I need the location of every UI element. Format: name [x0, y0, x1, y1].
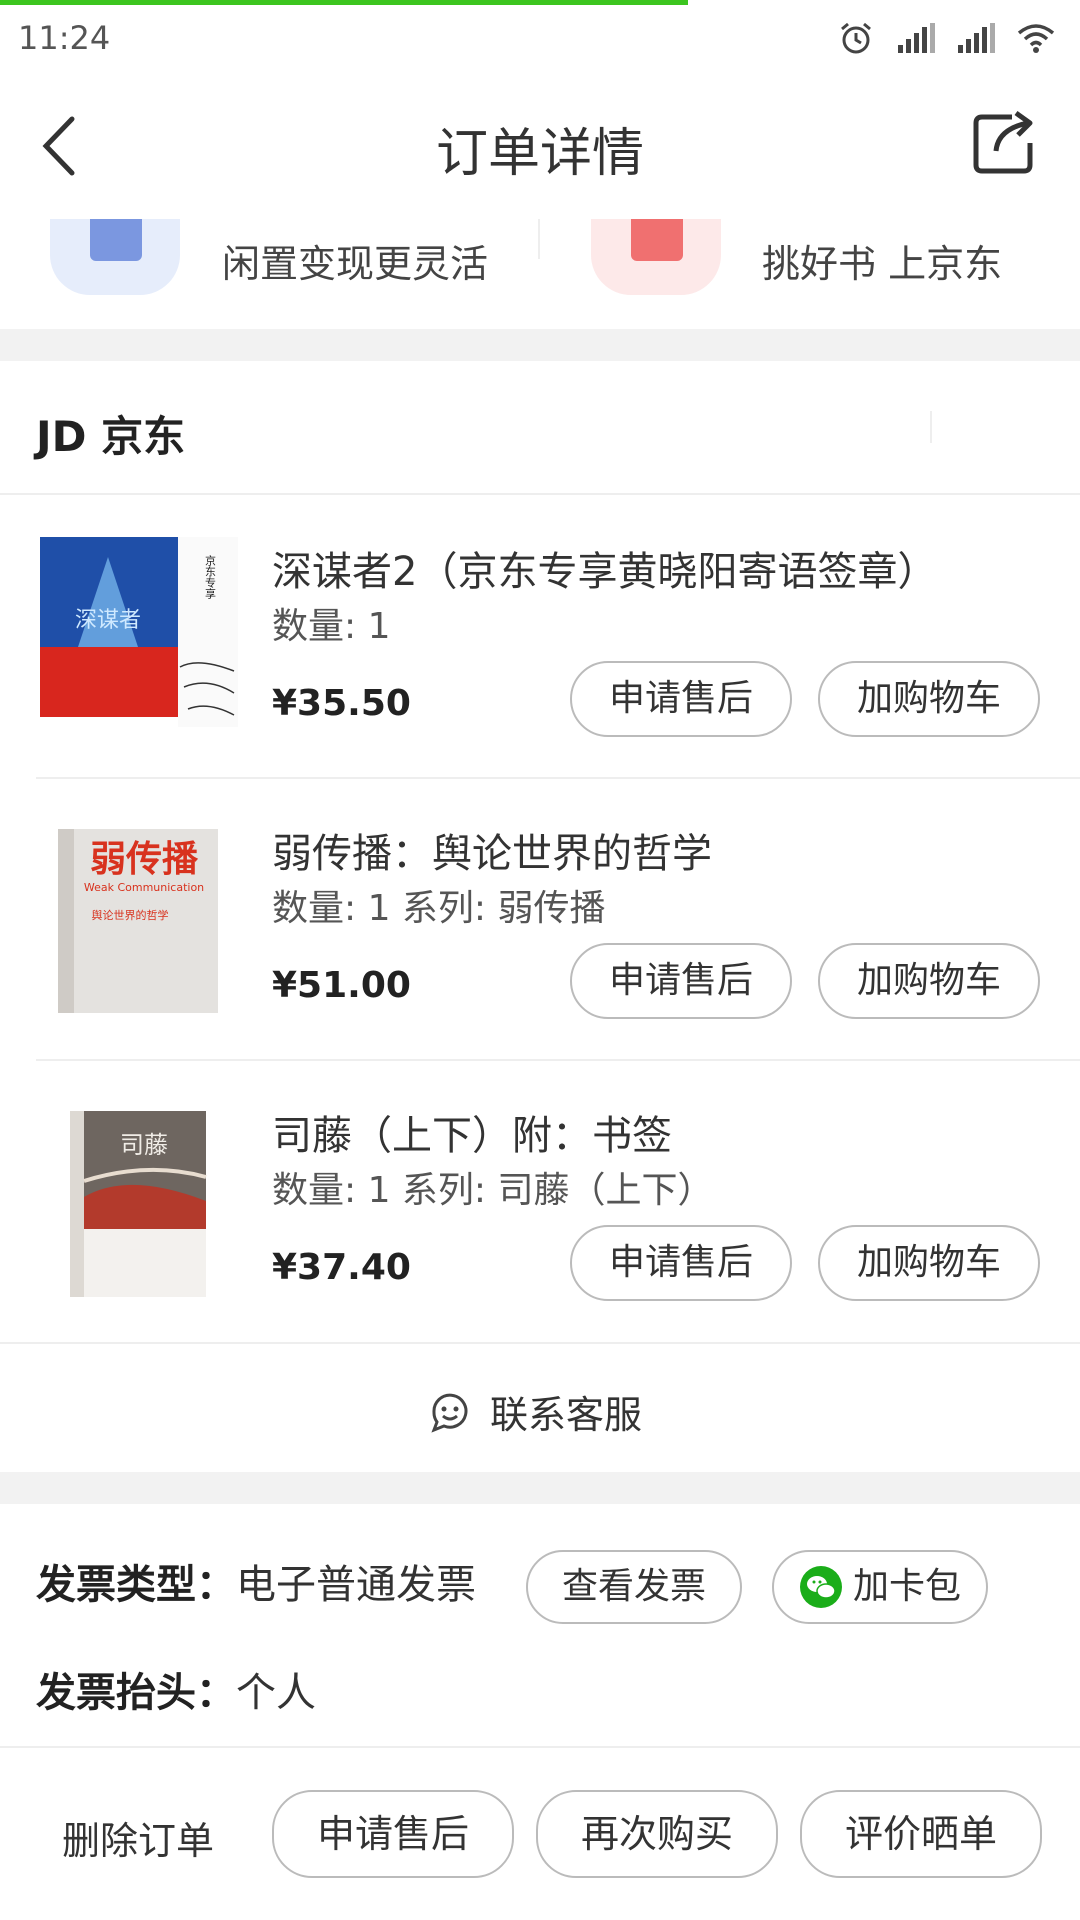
after-sale-button[interactable]: 申请售后: [570, 661, 792, 737]
bottom-action-bar: 删除订单 申请售后 再次购买 评价晒单: [0, 1750, 1080, 1920]
after-sale-button[interactable]: 申请售后: [570, 943, 792, 1019]
status-bar: 11:24: [0, 5, 1080, 71]
buy-again-button[interactable]: 再次购买: [536, 1790, 778, 1878]
promo-banner[interactable]: 闲置变现更灵活 挑好书 上京东: [0, 219, 1080, 329]
page-title: 订单详情: [435, 124, 644, 184]
add-to-cart-button[interactable]: 加购物车: [818, 1225, 1040, 1301]
status-time: 11:24: [18, 19, 111, 57]
invoice-type-value: 电子普通发票: [236, 1562, 476, 1608]
svg-text:Weak Communication: Weak Communication: [84, 881, 204, 894]
order-item[interactable]: 司藤 司藤（上下）附：书签 数量: 1 系列: 司藤（上下） ¥37.40 申请…: [0, 1061, 1080, 1343]
svg-text:司藤: 司藤: [120, 1131, 168, 1159]
invoice-title-row: 发票抬头：个人: [36, 1660, 316, 1718]
add-to-cart-button[interactable]: 加购物车: [818, 661, 1040, 737]
after-sale-button[interactable]: 申请售后: [272, 1790, 514, 1878]
svg-text:深谋者: 深谋者: [75, 608, 141, 633]
add-card-wallet-label: 加卡包: [852, 1566, 961, 1607]
delete-order-button[interactable]: 删除订单: [62, 1810, 214, 1865]
item-name[interactable]: 弱传播：舆论世界的哲学: [272, 821, 712, 879]
shop-header[interactable]: JD 京东: [0, 361, 1080, 495]
promo-left-text: 闲置变现更灵活: [222, 242, 489, 286]
customer-service-icon: [431, 1393, 468, 1433]
alarm-icon: [841, 22, 871, 54]
svg-text:弱传播: 弱传播: [90, 839, 199, 880]
nav-bar: 订单详情: [0, 71, 1080, 219]
svg-text:京东专享: 京东专享: [204, 554, 217, 599]
invoice-type-row: 发票类型：电子普通发票: [36, 1552, 476, 1610]
book-cover-image: 深谋者 京东专享: [40, 537, 238, 727]
share-icon[interactable]: [972, 109, 1038, 175]
contact-service-row[interactable]: 联系客服: [0, 1342, 1080, 1472]
invoice-type-label: 发票类型：: [36, 1562, 236, 1608]
review-button[interactable]: 评价晒单: [800, 1790, 1042, 1878]
item-name[interactable]: 深谋者2（京东专享黄晓阳寄语签章）: [272, 539, 937, 597]
signal-icon: [898, 23, 935, 53]
item-quantity: 数量: 1 系列: 司藤（上下）: [272, 1170, 714, 1211]
signal-icon-2: [958, 23, 995, 53]
item-price: ¥35.50: [272, 683, 411, 724]
svg-text:舆论世界的哲学: 舆论世界的哲学: [92, 908, 169, 922]
shop-name: JD 京东: [36, 412, 186, 461]
item-quantity: 数量: 1: [272, 606, 391, 647]
order-item[interactable]: 弱传播 Weak Communication 舆论世界的哲学 弱传播：舆论世界的…: [0, 779, 1080, 1061]
add-to-cart-button[interactable]: 加购物车: [818, 943, 1040, 1019]
book-cover-image: 司藤: [70, 1111, 207, 1297]
order-item[interactable]: 深谋者 京东专享 深谋者2（京东专享黄晓阳寄语签章） 数量: 1 ¥35.50 …: [0, 497, 1080, 779]
invoice-title-label: 发票抬头：: [36, 1670, 236, 1716]
item-quantity: 数量: 1 系列: 弱传播: [272, 888, 606, 929]
add-card-wallet-button[interactable]: 加卡包: [772, 1550, 988, 1624]
book-cover-image: 弱传播 Weak Communication 舆论世界的哲学: [58, 829, 218, 1013]
item-price: ¥37.40: [272, 1247, 411, 1288]
invoice-title-value: 个人: [236, 1670, 316, 1716]
item-name[interactable]: 司藤（上下）附：书签: [272, 1103, 672, 1161]
view-invoice-button[interactable]: 查看发票: [526, 1550, 742, 1624]
item-price: ¥51.00: [272, 965, 411, 1006]
promo-right-text: 挑好书 上京东: [762, 242, 1003, 286]
after-sale-button[interactable]: 申请售后: [570, 1225, 792, 1301]
invoice-section: 发票类型：电子普通发票 查看发票 加卡包 发票抬头：个人: [0, 1504, 1080, 1748]
contact-service-label: 联系客服: [490, 1393, 643, 1437]
phone-badge-icon: [50, 219, 180, 295]
book-badge-icon: [591, 219, 721, 295]
wifi-icon: [1017, 24, 1055, 53]
wechat-icon: [799, 1566, 842, 1608]
